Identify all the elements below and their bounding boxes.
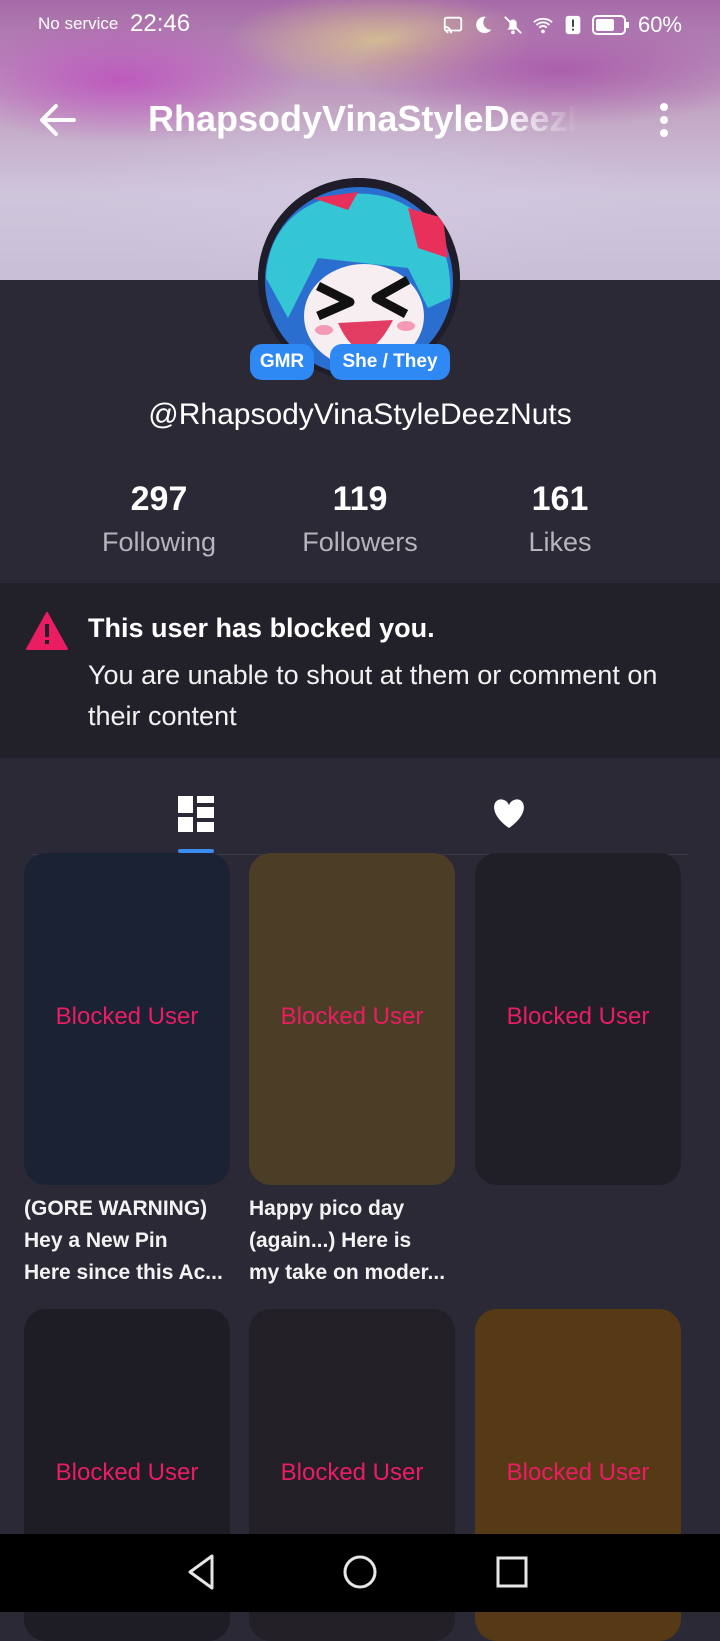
stat-followers[interactable]: 119 Followers [260,480,460,558]
caption-line: Hey a New Pin [24,1229,168,1252]
content-tabs [32,780,688,855]
profile-badges: GMR She / They [0,344,720,380]
blocked-title: This user has blocked you. [88,613,435,643]
badge-pronouns: She / They [330,344,450,380]
likes-count: 161 [531,480,589,518]
alert-icon [565,15,581,35]
stat-likes[interactable]: 161 Likes [460,480,660,558]
likes-label: Likes [528,527,592,557]
followers-label: Followers [302,527,418,557]
post-caption: Happy pico day (again...) Here is my tak… [249,1193,455,1289]
blocked-user-label: Blocked User [55,1003,199,1030]
bell-off-icon [504,16,522,35]
profile-stats: 297 Following 119 Followers 161 Likes [0,480,720,570]
post-card[interactable]: Blocked User [24,853,230,1185]
stat-following[interactable]: 297 Following [59,480,259,558]
post-card[interactable]: Blocked User [249,853,455,1185]
clock: 22:46 [130,10,191,37]
battery-percent: 60% [637,12,682,37]
blocked-user-label: Blocked User [506,1003,650,1030]
blocked-user-label: Blocked User [280,1003,424,1030]
page-title: RhapsodyVinaStyleDeezNuts [148,98,578,139]
home-circle-icon[interactable] [338,1550,382,1594]
caption-line: (GORE WARNING) [24,1197,208,1220]
blocked-message: You are unable to shout at them or comme… [88,660,658,731]
system-nav-bar [0,1534,720,1612]
caption-line: Happy pico day [249,1197,405,1220]
cast-icon [443,16,463,34]
username: @RhapsodyVinaStyleDeezNuts [148,398,572,431]
more-vertical-icon[interactable] [656,102,672,138]
back-triangle-icon[interactable] [180,1550,224,1594]
post-card[interactable]: Blocked User [475,853,681,1185]
moon-icon [476,16,492,34]
recents-square-icon[interactable] [490,1550,534,1594]
arrow-left-icon[interactable] [36,102,78,138]
caption-line: Here since this Ac... [24,1261,223,1284]
blocked-user-label: Blocked User [506,1459,650,1486]
blocked-notice: This user has blocked you. You are unabl… [0,583,720,758]
following-count: 297 [130,480,188,518]
grid-icon [178,796,214,832]
status-icons: 60% [442,12,682,38]
status-bar: No service 22:46 60% [0,0,720,56]
caption-line: my take on moder... [249,1261,446,1284]
tab-posts[interactable] [32,780,360,854]
blocked-user-label: Blocked User [55,1459,199,1486]
blocked-user-label: Blocked User [280,1459,424,1486]
battery-icon [591,15,629,35]
app-bar: RhapsodyVinaStyleDeezNuts [0,90,720,150]
following-label: Following [101,527,217,557]
heart-icon [494,799,524,828]
badge-gmr: GMR [250,344,314,380]
tab-likes[interactable] [360,780,688,854]
followers-count: 119 [332,480,388,518]
caption-line: (again...) Here is [249,1229,412,1252]
warning-icon [26,612,68,650]
carrier-text: No service [38,14,119,33]
wifi-icon [533,17,553,34]
post-caption: (GORE WARNING) Hey a New Pin Here since … [24,1193,230,1289]
